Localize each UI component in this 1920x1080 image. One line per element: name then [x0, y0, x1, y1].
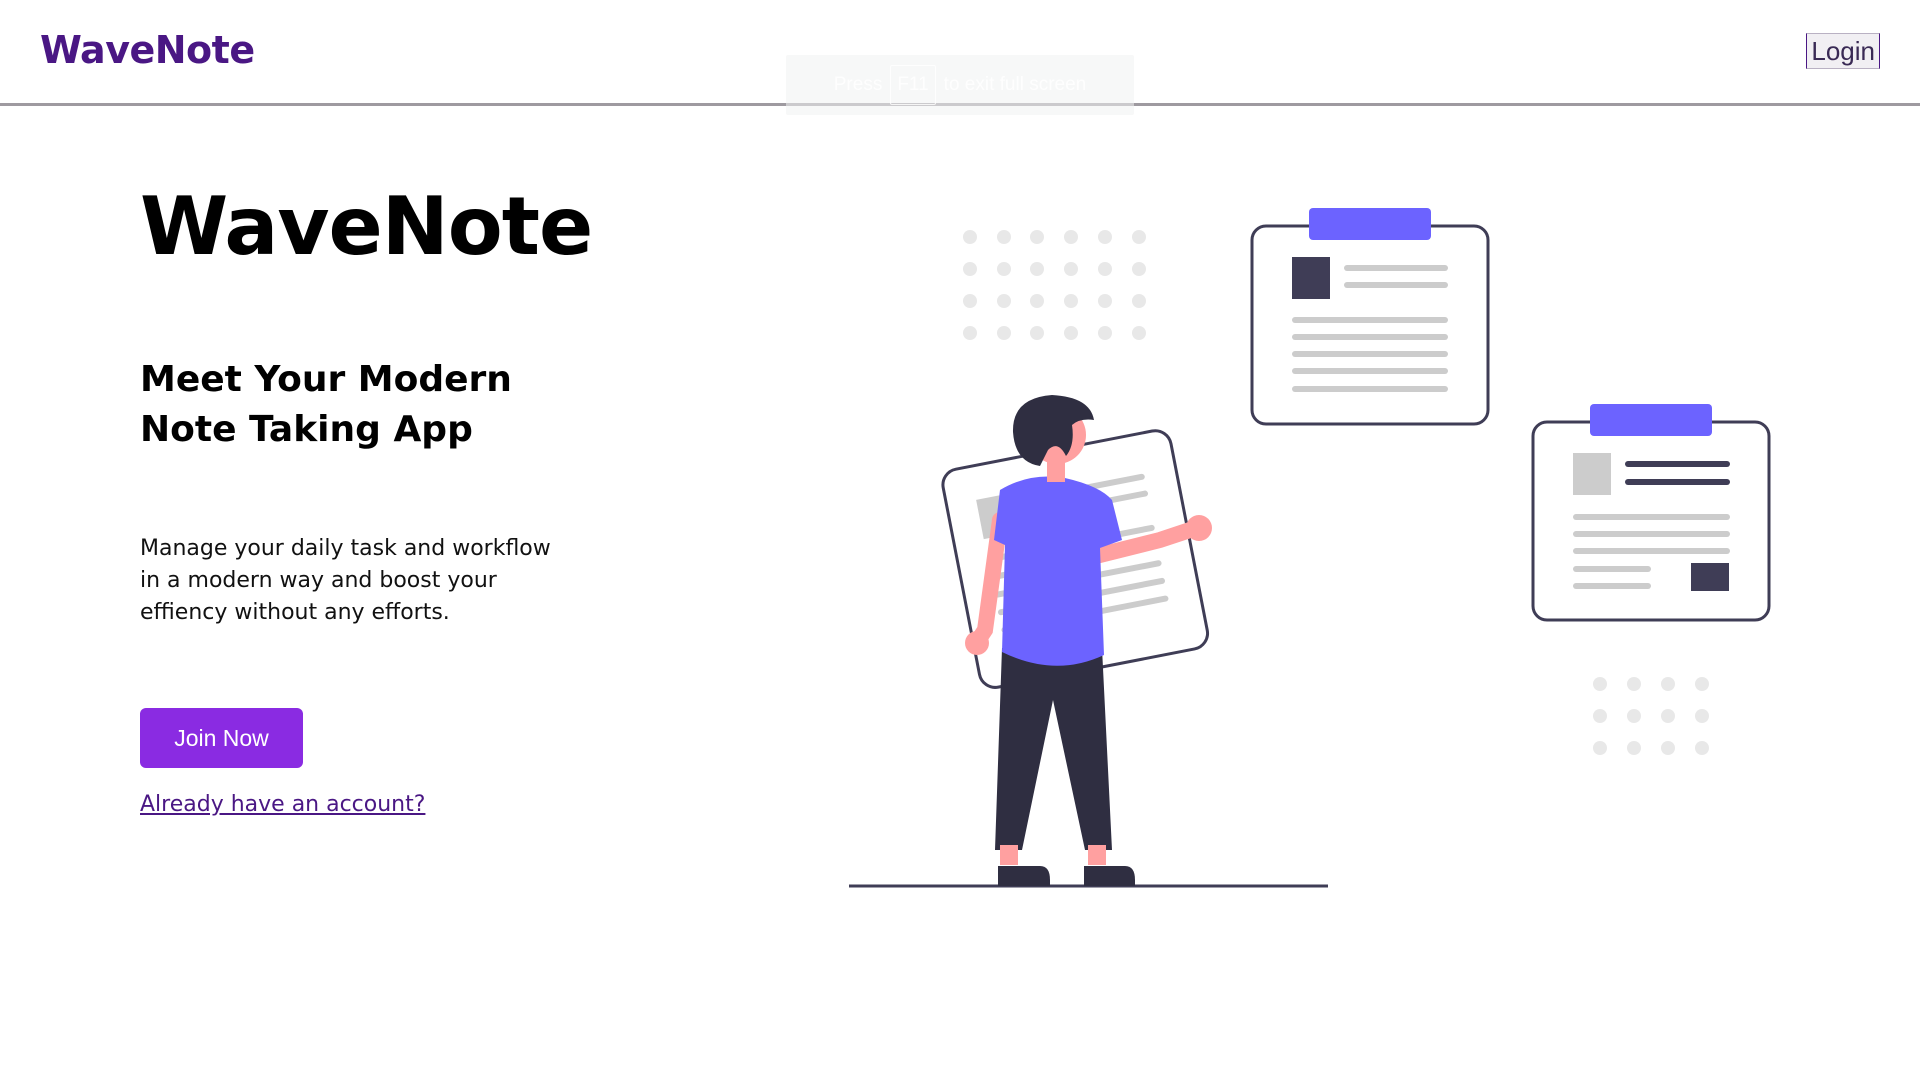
- person-with-notes-illustration: [849, 208, 1771, 888]
- dot-grid-top: [963, 230, 1146, 340]
- landing-page: WaveNote Login Press F11 to exit full sc…: [0, 0, 1920, 1080]
- toast-prefix: Press: [833, 74, 883, 95]
- hero-subtitle: Meet Your Modern Note Taking App: [140, 359, 512, 450]
- brand-logo[interactable]: WaveNote: [40, 28, 255, 72]
- already-have-account-link[interactable]: Already have an account?: [140, 792, 425, 817]
- login-button[interactable]: Login: [1806, 33, 1880, 69]
- toast-suffix: to exit full screen: [943, 74, 1087, 95]
- join-now-button[interactable]: Join Now: [140, 708, 303, 768]
- hero-title: WaveNote: [140, 180, 593, 273]
- note-card-right: [1531, 404, 1771, 622]
- toast-key: F11: [890, 65, 936, 105]
- note-card-top: [1250, 208, 1490, 426]
- fullscreen-exit-toast: Press F11 to exit full screen: [786, 55, 1134, 115]
- dot-grid-bottom: [1593, 677, 1709, 755]
- hero-description: Manage your daily task and workflow in a…: [140, 536, 551, 625]
